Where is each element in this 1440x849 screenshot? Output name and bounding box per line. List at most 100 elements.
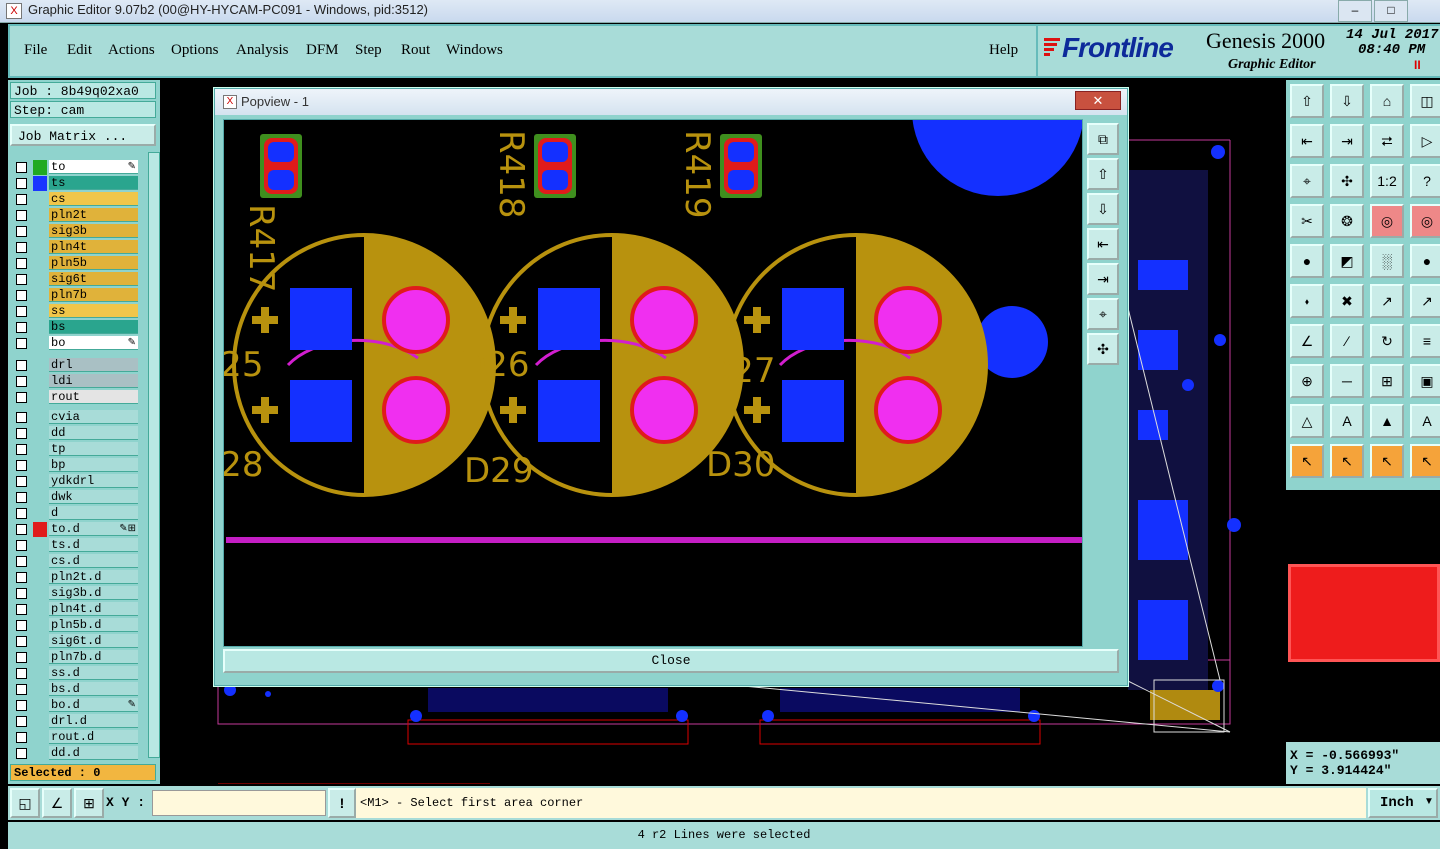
layer-row-cs-d[interactable]: cs.d xyxy=(16,554,138,569)
layer-checkbox[interactable] xyxy=(16,460,27,471)
layer-checkbox[interactable] xyxy=(16,444,27,455)
layer-checkbox[interactable] xyxy=(16,242,27,253)
popview-tool-2-icon[interactable]: ⇧ xyxy=(1087,158,1119,190)
tool-button-r9-c2-icon[interactable]: A xyxy=(1330,404,1364,438)
layer-row-pln5b[interactable]: pln5b xyxy=(16,256,138,271)
layer-row-bo-d[interactable]: bo.d ✎ xyxy=(16,698,138,713)
layer-checkbox[interactable] xyxy=(16,732,27,743)
tool-button-r6-c3-icon[interactable]: ↗ xyxy=(1370,284,1404,318)
layer-row-cvia[interactable]: cvia xyxy=(16,410,138,425)
layer-checkbox[interactable] xyxy=(16,392,27,403)
tool-button-r3-c1-icon[interactable]: ⌖ xyxy=(1290,164,1324,198)
tool-button-r6-c2-icon[interactable]: ✖ xyxy=(1330,284,1364,318)
grid-icon[interactable]: ⊞ xyxy=(74,788,104,818)
layer-checkbox[interactable] xyxy=(16,360,27,371)
layer-color-swatch[interactable] xyxy=(33,506,47,521)
tool-button-r9-c3-icon[interactable]: ▲ xyxy=(1370,404,1404,438)
layer-row-ydkdrl[interactable]: ydkdrl xyxy=(16,474,138,489)
layer-name[interactable]: cvia xyxy=(49,410,138,424)
maximize-button[interactable]: □ xyxy=(1374,0,1408,22)
popview-tool-7-icon[interactable]: ✣ xyxy=(1087,333,1119,365)
layer-name[interactable]: ldi xyxy=(49,374,138,388)
layer-color-swatch[interactable] xyxy=(33,288,47,303)
layer-checkbox[interactable] xyxy=(16,588,27,599)
layer-name[interactable]: ss xyxy=(49,304,138,318)
layer-color-swatch[interactable] xyxy=(33,538,47,553)
menu-windows[interactable]: Windows xyxy=(446,42,503,59)
popview-close-button[interactable]: Close xyxy=(223,649,1119,673)
layer-checkbox[interactable] xyxy=(16,428,27,439)
layer-name[interactable]: ts.d xyxy=(49,538,138,552)
popview-tool-5-icon[interactable]: ⇥ xyxy=(1087,263,1119,295)
layer-row-pln2t-d[interactable]: pln2t.d xyxy=(16,570,138,585)
layer-row-dd-d[interactable]: dd.d xyxy=(16,746,138,761)
layer-checkbox[interactable] xyxy=(16,274,27,285)
layer-color-swatch[interactable] xyxy=(33,224,47,239)
overview-view-box[interactable] xyxy=(1288,564,1440,662)
layer-color-swatch[interactable] xyxy=(33,618,47,633)
layer-row-to-d[interactable]: to.d ✎⊞ xyxy=(16,522,138,537)
layer-color-swatch[interactable] xyxy=(33,490,47,505)
layer-row-rout[interactable]: rout xyxy=(16,390,138,405)
layer-checkbox[interactable] xyxy=(16,684,27,695)
layer-name[interactable]: cs.d xyxy=(49,554,138,568)
layer-checkbox[interactable] xyxy=(16,290,27,301)
layer-checkbox[interactable] xyxy=(16,668,27,679)
menu-options[interactable]: Options xyxy=(171,42,219,59)
popview-canvas[interactable]: R417 R418 R419 D25 D26 D27 D28 D29 D30 xyxy=(223,119,1083,647)
layer-color-swatch[interactable] xyxy=(33,374,47,389)
tool-button-r10-c4-icon[interactable]: ↖ xyxy=(1410,444,1440,478)
layer-row-pln4t[interactable]: pln4t xyxy=(16,240,138,255)
tool-button-r5-c3-icon[interactable]: ░ xyxy=(1370,244,1404,278)
layer-checkbox[interactable] xyxy=(16,412,27,423)
layer-checkbox[interactable] xyxy=(16,700,27,711)
layer-row-pln7b[interactable]: pln7b xyxy=(16,288,138,303)
tool-button-r8-c4-icon[interactable]: ▣ xyxy=(1410,364,1440,398)
layer-name[interactable]: sig3b xyxy=(49,224,138,238)
layer-row-bp[interactable]: bp xyxy=(16,458,138,473)
layer-checkbox[interactable] xyxy=(16,748,27,759)
layer-name[interactable]: bo xyxy=(49,336,138,350)
layer-color-swatch[interactable] xyxy=(33,442,47,457)
menu-edit[interactable]: Edit xyxy=(67,42,92,59)
layer-row-sig3b-d[interactable]: sig3b.d xyxy=(16,586,138,601)
layer-name[interactable]: rout.d xyxy=(49,730,138,744)
tool-button-r10-c3-icon[interactable]: ↖ xyxy=(1370,444,1404,478)
layer-checkbox[interactable] xyxy=(16,572,27,583)
layer-row-pln5b-d[interactable]: pln5b.d xyxy=(16,618,138,633)
tool-button-r5-c1-icon[interactable]: ● xyxy=(1290,244,1324,278)
tool-button-r1-c1-icon[interactable]: ⇧ xyxy=(1290,84,1324,118)
layer-name[interactable]: tp xyxy=(49,442,138,456)
menu-file[interactable]: File xyxy=(24,42,47,59)
tool-button-r7-c2-icon[interactable]: ∕ xyxy=(1330,324,1364,358)
layer-color-swatch[interactable] xyxy=(33,272,47,287)
menu-help[interactable]: Help xyxy=(989,42,1018,59)
layer-row-sig6t[interactable]: sig6t xyxy=(16,272,138,287)
layer-checkbox[interactable] xyxy=(16,178,27,189)
layer-checkbox[interactable] xyxy=(16,322,27,333)
layer-row-to[interactable]: to ✎ xyxy=(16,160,138,175)
layer-checkbox[interactable] xyxy=(16,226,27,237)
layer-name[interactable]: rout xyxy=(49,390,138,404)
tool-button-r2-c1-icon[interactable]: ⇤ xyxy=(1290,124,1324,158)
layer-color-swatch[interactable] xyxy=(33,698,47,713)
snap-icon[interactable]: ◱ xyxy=(10,788,40,818)
layer-checkbox[interactable] xyxy=(16,652,27,663)
layer-name[interactable]: sig3b.d xyxy=(49,586,138,600)
tool-button-r9-c1-icon[interactable]: △ xyxy=(1290,404,1324,438)
layer-name[interactable]: ts xyxy=(49,176,138,190)
tool-button-r1-c4-icon[interactable]: ◫ xyxy=(1410,84,1440,118)
layer-row-ss-d[interactable]: ss.d xyxy=(16,666,138,681)
layer-color-swatch[interactable] xyxy=(33,192,47,207)
layer-name[interactable]: bs xyxy=(49,320,138,334)
layer-name[interactable]: dd xyxy=(49,426,138,440)
layer-name[interactable]: sig6t xyxy=(49,272,138,286)
layer-row-rout-d[interactable]: rout.d xyxy=(16,730,138,745)
layer-row-dwk[interactable]: dwk xyxy=(16,490,138,505)
layer-row-pln4t-d[interactable]: pln4t.d xyxy=(16,602,138,617)
layer-color-swatch[interactable] xyxy=(33,304,47,319)
layer-name[interactable]: d xyxy=(49,506,138,520)
tool-button-r4-c3-icon[interactable]: ◎ xyxy=(1370,204,1404,238)
layer-row-d[interactable]: d xyxy=(16,506,138,521)
layer-name[interactable]: pln7b xyxy=(49,288,138,302)
